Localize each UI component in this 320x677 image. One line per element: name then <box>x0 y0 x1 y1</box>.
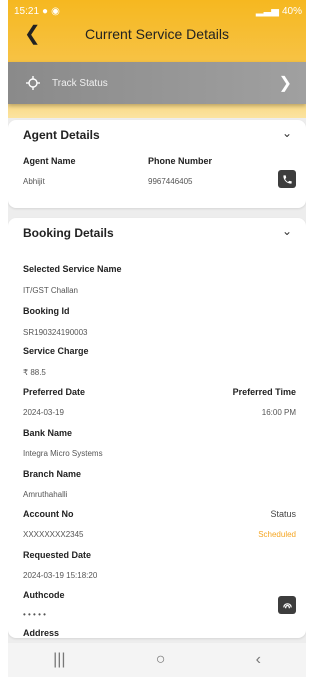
booking-details-heading: Booking Details <box>23 226 114 240</box>
status-badge: Scheduled <box>258 530 296 539</box>
home-icon[interactable]: ○ <box>156 651 166 669</box>
booking-id-label: Booking Id <box>23 306 70 316</box>
page-title: Current Service Details <box>85 26 229 42</box>
status-time: 15:21 <box>14 5 40 17</box>
branch-name-value: Amruthahalli <box>23 490 68 499</box>
account-no-value: XXXXXXXX2345 <box>23 530 84 539</box>
requested-date-value: 2024-03-19 15:18:20 <box>23 571 98 580</box>
authcode-value: • • • • • <box>23 610 46 619</box>
address-label: Address <box>23 628 60 638</box>
service-charge-label: Service Charge <box>23 346 89 356</box>
phone-number-value: 9967446405 <box>148 177 193 186</box>
account-no-label: Account No <box>23 509 74 519</box>
requested-date-label: Requested Date <box>23 550 92 560</box>
preferred-date-label: Preferred Date <box>23 387 86 397</box>
chevron-down-icon[interactable]: ⌄ <box>282 224 292 238</box>
call-button[interactable] <box>278 170 296 188</box>
track-status-button[interactable]: Track Status ❯ <box>8 62 306 104</box>
back-icon[interactable]: ‹ <box>256 651 261 669</box>
show-authcode-button[interactable] <box>278 596 296 614</box>
agent-details-card: Agent Details ⌄ Agent Name Abhijit Phone… <box>8 120 306 208</box>
signal-icon: ▂▃▅ <box>255 5 279 17</box>
whatsapp-icon: ◉ <box>51 5 60 17</box>
status-label: Status <box>270 509 296 519</box>
status-bar: 15:21 ● ◉ ▂▃▅ 40% <box>14 4 302 18</box>
booking-id-value: SR190324190003 <box>23 328 88 337</box>
preferred-time-value: 16:00 PM <box>261 408 296 417</box>
recents-icon[interactable]: ||| <box>53 651 65 669</box>
preferred-time-label: Preferred Time <box>232 387 296 397</box>
phone-number-label: Phone Number <box>148 156 213 166</box>
agent-name-value: Abhijit <box>23 177 45 186</box>
message-icon: ● <box>42 5 49 17</box>
agent-details-heading: Agent Details <box>23 128 100 142</box>
service-name-label: Selected Service Name <box>23 264 122 274</box>
bank-name-value: Integra Micro Systems <box>23 449 103 458</box>
title-bar: ❮ Current Service Details <box>8 20 306 48</box>
branch-name-label: Branch Name <box>23 469 82 479</box>
fingerprint-icon <box>282 602 292 608</box>
service-charge-value: ₹ 88.5 <box>23 368 46 377</box>
preferred-date-value: 2024-03-19 <box>23 408 64 417</box>
app-screen: 15:21 ● ◉ ▂▃▅ 40% ❮ Current Service Deta… <box>8 0 306 677</box>
system-nav-bar: ||| ○ ‹ <box>8 643 306 677</box>
agent-name-label: Agent Name <box>23 156 76 166</box>
chevron-right-icon: ❯ <box>278 75 292 92</box>
authcode-label: Authcode <box>23 590 65 600</box>
location-icon <box>26 76 40 90</box>
service-name-value: IT/GST Challan <box>23 286 78 295</box>
booking-details-card: Booking Details ⌄ Selected Service Name … <box>8 218 306 638</box>
battery-percent: 40% <box>281 5 302 17</box>
track-status-label: Track Status <box>52 77 108 89</box>
phone-icon <box>282 174 292 184</box>
chevron-down-icon[interactable]: ⌄ <box>282 126 292 140</box>
bank-name-label: Bank Name <box>23 428 73 438</box>
